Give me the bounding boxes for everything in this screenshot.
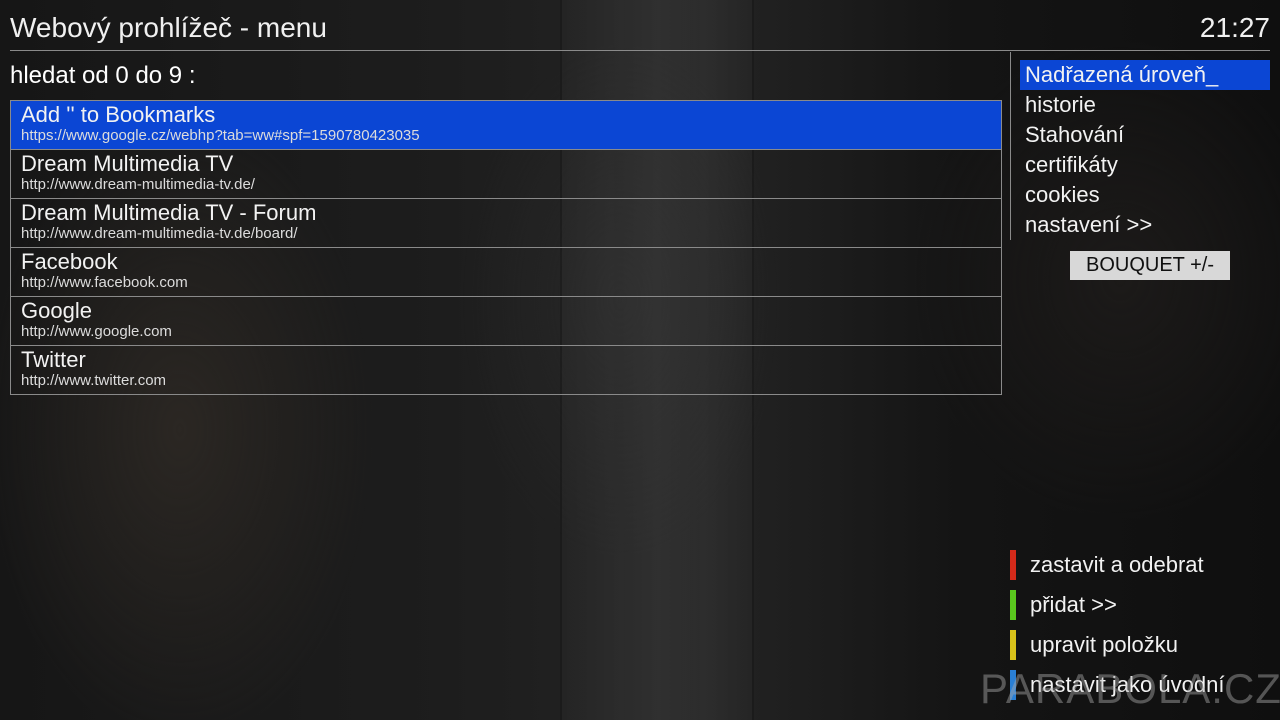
green-key-bar	[1010, 590, 1016, 620]
bookmark-name: Facebook	[21, 249, 118, 274]
bookmark-item[interactable]: Dream Multimedia TV http://www.dream-mul…	[11, 150, 1001, 199]
bookmark-name: Google	[21, 298, 92, 323]
side-divider	[1010, 52, 1011, 240]
header-divider	[10, 50, 1270, 51]
red-key-label: zastavit a odebrat	[1030, 552, 1204, 577]
side-menu-item-downloads[interactable]: Stahování	[1020, 120, 1270, 150]
bookmark-list: Add '' to Bookmarks https://www.google.c…	[10, 100, 1002, 395]
bookmark-url: https://www.google.cz/webhp?tab=ww#spf=1…	[21, 127, 420, 144]
bookmark-name: Dream Multimedia TV - Forum	[21, 200, 317, 225]
side-menu-item-history[interactable]: historie	[1020, 90, 1270, 120]
bookmark-item[interactable]: Facebook http://www.facebook.com	[11, 248, 1001, 297]
side-menu-item-cookies[interactable]: cookies	[1020, 180, 1270, 210]
bookmark-url: http://www.dream-multimedia-tv.de/	[21, 176, 255, 193]
side-menu: Nadřazená úroveň_ historie Stahování cer…	[1020, 60, 1270, 240]
bookmark-name: Dream Multimedia TV	[21, 151, 234, 176]
bookmark-url: http://www.facebook.com	[21, 274, 188, 291]
side-menu-item-parent-level[interactable]: Nadřazená úroveň_	[1020, 60, 1270, 90]
yellow-key-label: upravit položku	[1030, 632, 1178, 657]
red-key-bar	[1010, 550, 1016, 580]
bookmark-url: http://www.twitter.com	[21, 372, 167, 389]
watermark: PARABOLA.CZ	[980, 665, 1280, 712]
green-key-label: přidat >>	[1030, 592, 1117, 617]
side-menu-item-certificates[interactable]: certifikáty	[1020, 150, 1270, 180]
clock: 21:27	[1199, 12, 1270, 43]
side-menu-item-settings[interactable]: nastavení >>	[1020, 210, 1270, 240]
search-label: hledat od 0 do 9 :	[10, 62, 196, 89]
yellow-key-bar	[1010, 630, 1016, 660]
bookmark-url: http://www.google.com	[21, 323, 172, 340]
bookmark-name: Add '' to Bookmarks	[21, 102, 216, 127]
bookmark-item[interactable]: Twitter http://www.twitter.com	[11, 346, 1001, 395]
bookmark-item[interactable]: Add '' to Bookmarks https://www.google.c…	[11, 101, 1001, 150]
bouquet-button[interactable]: BOUQUET +/-	[1070, 251, 1230, 280]
bookmark-name: Twitter	[21, 347, 86, 372]
page-title: Webový prohlížeč - menu	[10, 12, 327, 43]
bookmark-item[interactable]: Dream Multimedia TV - Forum http://www.d…	[11, 199, 1001, 248]
bookmark-item[interactable]: Google http://www.google.com	[11, 297, 1001, 346]
bookmark-url: http://www.dream-multimedia-tv.de/board/	[21, 225, 298, 242]
